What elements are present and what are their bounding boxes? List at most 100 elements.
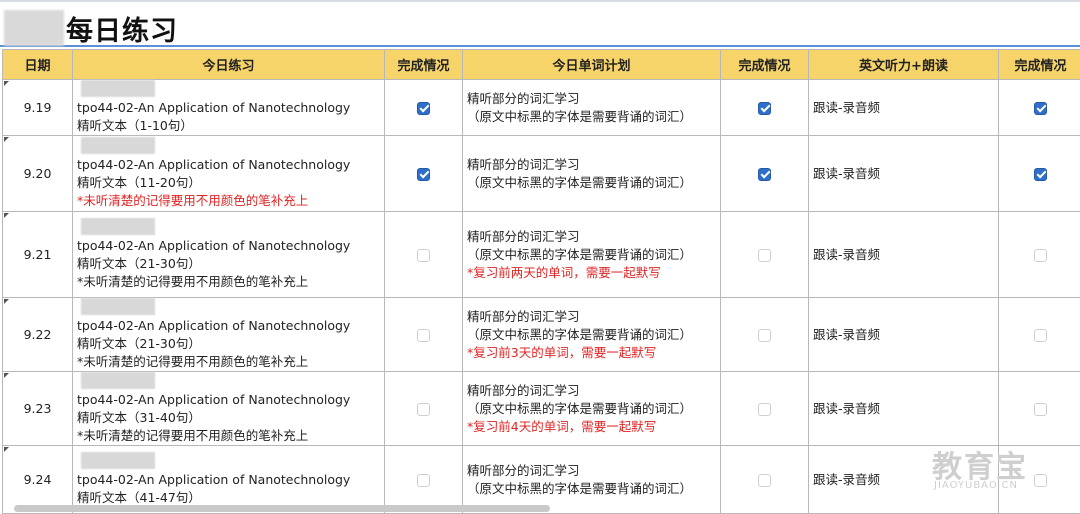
table-row: 9.20 tpo44-02-An Application of Nanotechn… [3, 136, 1080, 212]
vocab-line-1: 精听部分的词汇学习 [467, 382, 716, 400]
practice-note: *未听清楚的记得要用不用颜色的笔补充上 [77, 273, 380, 291]
vocab-line-1: 精听部分的词汇学习 [467, 228, 716, 246]
horizontal-scrollbar[interactable] [14, 505, 550, 512]
vocab-cell: 精听部分的词汇学习（原文中标黑的字体是需要背诵的词汇） [463, 136, 721, 212]
status-cell-3 [999, 136, 1080, 212]
practice-note: *未听清楚的记得要用不用颜色的笔补充上 [77, 353, 380, 371]
vocab-line-1: 精听部分的词汇学习 [467, 90, 716, 108]
practice-cell: tpo44-02-An Application of Nanotechnolog… [73, 446, 385, 514]
date-text: 9.24 [24, 472, 52, 487]
listening-done-checkbox[interactable] [1034, 168, 1047, 181]
listening-done-checkbox[interactable] [1034, 329, 1047, 342]
vocab-line-2: （原文中标黑的字体是需要背诵的词汇） [467, 246, 716, 264]
status-cell-1 [385, 212, 463, 298]
listening-cell: 跟读-录音频 [809, 212, 999, 298]
practice-title: tpo44-02-An Application of Nanotechnolog… [77, 156, 380, 174]
header-status-1: 完成情况 [385, 50, 463, 80]
vocab-done-checkbox[interactable] [758, 403, 771, 416]
redacted-label [81, 80, 155, 97]
vocab-line-2: （原文中标黑的字体是需要背诵的词汇） [467, 400, 716, 418]
practice-done-checkbox[interactable] [417, 168, 430, 181]
vocab-done-checkbox[interactable] [758, 329, 771, 342]
practice-title: tpo44-02-An Application of Nanotechnolog… [77, 317, 380, 335]
status-cell-1 [385, 136, 463, 212]
status-cell-1 [385, 298, 463, 372]
practice-note: *未听清楚的记得要用不用颜色的笔补充上 [77, 427, 380, 445]
vocab-line-2: （原文中标黑的字体是需要背诵的词汇） [467, 480, 716, 498]
practice-title: tpo44-02-An Application of Nanotechnolog… [77, 391, 380, 409]
status-cell-1 [385, 372, 463, 446]
date-text: 9.19 [24, 100, 52, 115]
status-cell-3 [999, 298, 1080, 372]
listening-task: 跟读-录音频 [813, 166, 880, 181]
header-date: 日期 [3, 50, 73, 80]
practice-note: *未听清楚的记得要用不用颜色的笔补充上 [77, 192, 380, 210]
status-cell-1 [385, 80, 463, 136]
redacted-label [81, 137, 155, 154]
date-text: 9.22 [24, 327, 52, 342]
header-status-3: 完成情况 [999, 50, 1080, 80]
header-listening: 英文听力+朗读 [809, 50, 999, 80]
practice-range: 精听文本（11-20句） [77, 174, 380, 192]
date-cell: 9.23 [3, 372, 73, 446]
practice-cell: tpo44-02-An Application of Nanotechnolog… [73, 298, 385, 372]
practice-title: tpo44-02-An Application of Nanotechnolog… [77, 237, 380, 255]
vocab-done-checkbox[interactable] [758, 249, 771, 262]
status-cell-2 [721, 446, 809, 514]
listening-task: 跟读-录音频 [813, 247, 880, 262]
status-cell-3 [999, 212, 1080, 298]
listening-cell: 跟读-录音频 [809, 446, 999, 514]
vocab-line-1: 精听部分的词汇学习 [467, 462, 716, 480]
vocab-line-2: （原文中标黑的字体是需要背诵的词汇） [467, 108, 716, 126]
vocab-line-1: 精听部分的词汇学习 [467, 156, 716, 174]
vocab-done-checkbox[interactable] [758, 102, 771, 115]
practice-done-checkbox[interactable] [417, 474, 430, 487]
listening-done-checkbox[interactable] [1034, 403, 1047, 416]
practice-cell: tpo44-02-An Application of Nanotechnolog… [73, 80, 385, 136]
status-cell-2 [721, 212, 809, 298]
practice-done-checkbox[interactable] [417, 249, 430, 262]
vocab-review-note: *复习前两天的单词，需要一起默写 [467, 264, 716, 282]
listening-done-checkbox[interactable] [1034, 249, 1047, 262]
practice-cell: tpo44-02-An Application of Nanotechnolog… [73, 372, 385, 446]
listening-cell: 跟读-录音频 [809, 372, 999, 446]
status-cell-2 [721, 136, 809, 212]
date-cell: 9.21 [3, 212, 73, 298]
practice-cell: tpo44-02-An Application of Nanotechnolog… [73, 212, 385, 298]
vocab-review-note: *复习前3天的单词，需要一起默写 [467, 344, 716, 362]
redacted-label [81, 452, 155, 469]
practice-cell: tpo44-02-An Application of Nanotechnolog… [73, 136, 385, 212]
redacted-label [81, 298, 155, 315]
date-cell: 9.24 [3, 446, 73, 514]
date-text: 9.21 [24, 247, 52, 262]
status-cell-2 [721, 372, 809, 446]
table-row: 9.19 tpo44-02-An Application of Nanotechn… [3, 80, 1080, 136]
practice-range: 精听文本（31-40句） [77, 409, 380, 427]
vocab-done-checkbox[interactable] [758, 474, 771, 487]
vocab-line-2: （原文中标黑的字体是需要背诵的词汇） [467, 174, 716, 192]
vocab-cell: 精听部分的词汇学习（原文中标黑的字体是需要背诵的词汇）*复习前4天的单词，需要一… [463, 372, 721, 446]
status-cell-2 [721, 80, 809, 136]
practice-title: tpo44-02-An Application of Nanotechnolog… [77, 99, 380, 117]
vocab-done-checkbox[interactable] [758, 168, 771, 181]
status-cell-1 [385, 446, 463, 514]
vocab-cell: 精听部分的词汇学习（原文中标黑的字体是需要背诵的词汇） [463, 80, 721, 136]
practice-done-checkbox[interactable] [417, 329, 430, 342]
listening-done-checkbox[interactable] [1034, 474, 1047, 487]
listening-task: 跟读-录音频 [813, 327, 880, 342]
listening-cell: 跟读-录音频 [809, 298, 999, 372]
vocab-cell: 精听部分的词汇学习（原文中标黑的字体是需要背诵的词汇）*复习前3天的单词，需要一… [463, 298, 721, 372]
table-row: 9.24 tpo44-02-An Application of Nanotechn… [3, 446, 1080, 514]
redacted-label [81, 218, 155, 235]
listening-done-checkbox[interactable] [1034, 102, 1047, 115]
date-text: 9.23 [24, 401, 52, 416]
date-text: 9.20 [24, 166, 52, 181]
header-vocab-plan: 今日单词计划 [463, 50, 721, 80]
practice-done-checkbox[interactable] [417, 102, 430, 115]
practice-range: 精听文本（21-30句） [77, 335, 380, 353]
title-bar: 每日练习 [0, 0, 1080, 47]
practice-done-checkbox[interactable] [417, 403, 430, 416]
practice-title: tpo44-02-An Application of Nanotechnolog… [77, 471, 380, 489]
status-cell-3 [999, 372, 1080, 446]
vocab-cell: 精听部分的词汇学习（原文中标黑的字体是需要背诵的词汇）*复习前两天的单词，需要一… [463, 212, 721, 298]
